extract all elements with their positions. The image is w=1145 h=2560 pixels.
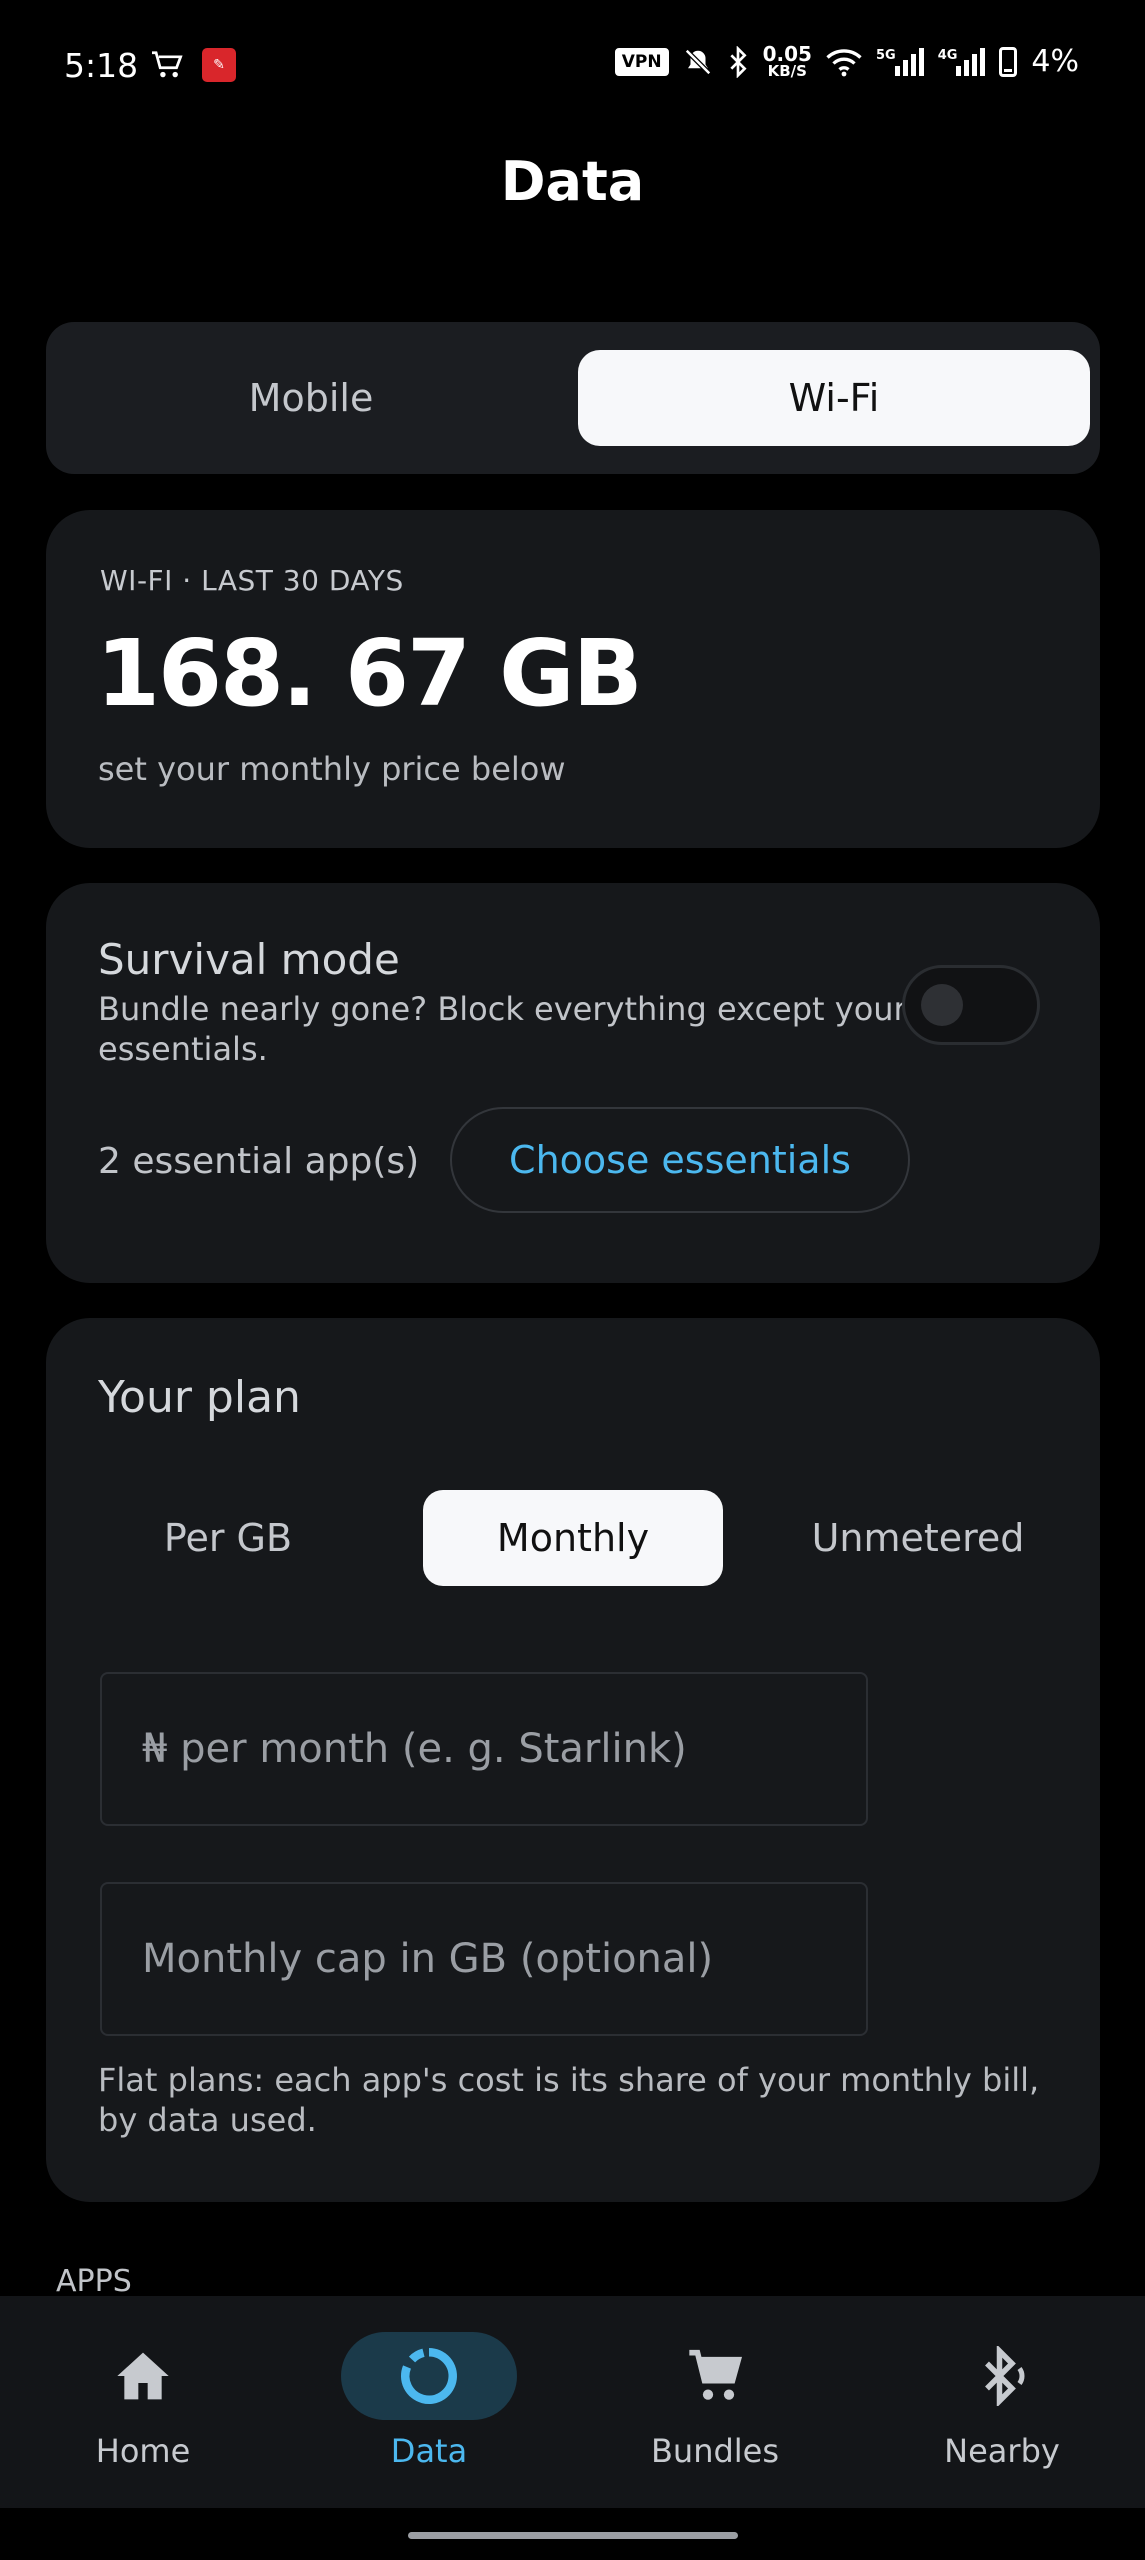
status-right: VPN 0.05 KB/S 5G 4G 4% bbox=[614, 44, 1079, 79]
network-segmented-control: Mobile Wi-Fi bbox=[46, 322, 1100, 474]
nav-bundles-label: Bundles bbox=[650, 2432, 780, 2470]
usage-period-label: WI-FI · LAST 30 DAYS bbox=[100, 564, 404, 597]
shopping-cart-icon bbox=[152, 51, 183, 78]
tab-mobile[interactable]: Mobile bbox=[46, 350, 576, 446]
vpn-icon: VPN bbox=[614, 47, 669, 76]
plan-tab-unmetered[interactable]: Unmetered bbox=[758, 1490, 1078, 1586]
status-time: 5:18 bbox=[64, 46, 139, 85]
battery-percent: 4% bbox=[1031, 44, 1079, 79]
bluetooth-icon bbox=[729, 45, 747, 78]
plan-card: Your plan Per GB Monthly Unmetered ₦ per… bbox=[46, 1318, 1100, 2202]
monthly-price-placeholder: ₦ per month (e. g. Starlink) bbox=[142, 1726, 687, 1772]
cart-icon bbox=[689, 2349, 743, 2400]
app-notification-icon: ✎ bbox=[202, 48, 236, 82]
speed-unit: KB/S bbox=[767, 62, 807, 80]
nav-active-pill bbox=[341, 2332, 517, 2420]
battery-icon bbox=[999, 46, 1018, 77]
usage-card: WI-FI · LAST 30 DAYS 168. 67 GB set your… bbox=[46, 510, 1100, 848]
nav-home-label: Home bbox=[95, 2432, 191, 2470]
tab-wifi[interactable]: Wi-Fi bbox=[578, 350, 1090, 446]
plan-tab-per-gb[interactable]: Per GB bbox=[96, 1490, 360, 1586]
essential-apps-count: 2 essential app(s) bbox=[98, 1141, 420, 1182]
status-left-icons: ✎ bbox=[150, 48, 236, 82]
nav-data[interactable]: Data bbox=[286, 2296, 572, 2508]
nav-nearby-label: Nearby bbox=[944, 2432, 1060, 2470]
home-indicator[interactable] bbox=[408, 2532, 738, 2539]
nav-data-label: Data bbox=[390, 2432, 468, 2470]
nav-nearby[interactable]: Nearby bbox=[859, 2296, 1145, 2508]
bluetooth-searching-icon bbox=[985, 2346, 1025, 2406]
plan-title: Your plan bbox=[98, 1372, 301, 1423]
survival-mode-card: Survival mode Bundle nearly gone? Block … bbox=[46, 883, 1100, 1283]
wifi-icon bbox=[826, 48, 862, 76]
nav-bundles[interactable]: Bundles bbox=[572, 2296, 858, 2508]
usage-hint: set your monthly price below bbox=[98, 750, 566, 788]
home-icon bbox=[117, 2352, 169, 2400]
data-ring-icon bbox=[401, 2348, 457, 2404]
survival-mode-description: Bundle nearly gone? Block everything exc… bbox=[98, 990, 907, 1068]
usage-total: 168. 67 GB bbox=[96, 620, 643, 727]
page-title: Data bbox=[500, 150, 645, 213]
network-speed: 0.05 KB/S bbox=[763, 44, 812, 79]
monthly-cap-input[interactable]: Monthly cap in GB (optional) bbox=[100, 1882, 868, 2036]
monthly-price-input[interactable]: ₦ per month (e. g. Starlink) bbox=[100, 1672, 868, 1826]
bottom-navigation: Home Data Bundles Nearby bbox=[0, 2296, 1145, 2508]
choose-essentials-button[interactable]: Choose essentials bbox=[450, 1107, 910, 1213]
toggle-knob bbox=[921, 984, 963, 1026]
bell-muted-icon bbox=[684, 48, 711, 75]
speed-value: 0.05 bbox=[762, 42, 812, 66]
survival-mode-toggle[interactable] bbox=[902, 965, 1040, 1045]
signal-5g-icon: 5G bbox=[876, 47, 924, 76]
signal-4g-icon: 4G bbox=[938, 47, 986, 76]
nav-home[interactable]: Home bbox=[0, 2296, 286, 2508]
monthly-cap-placeholder: Monthly cap in GB (optional) bbox=[142, 1936, 714, 1982]
plan-note: Flat plans: each app's cost is its share… bbox=[98, 2061, 1040, 2139]
apps-section-label: APPS bbox=[56, 2264, 132, 2299]
survival-mode-title: Survival mode bbox=[98, 935, 400, 984]
plan-tab-monthly[interactable]: Monthly bbox=[423, 1490, 723, 1586]
